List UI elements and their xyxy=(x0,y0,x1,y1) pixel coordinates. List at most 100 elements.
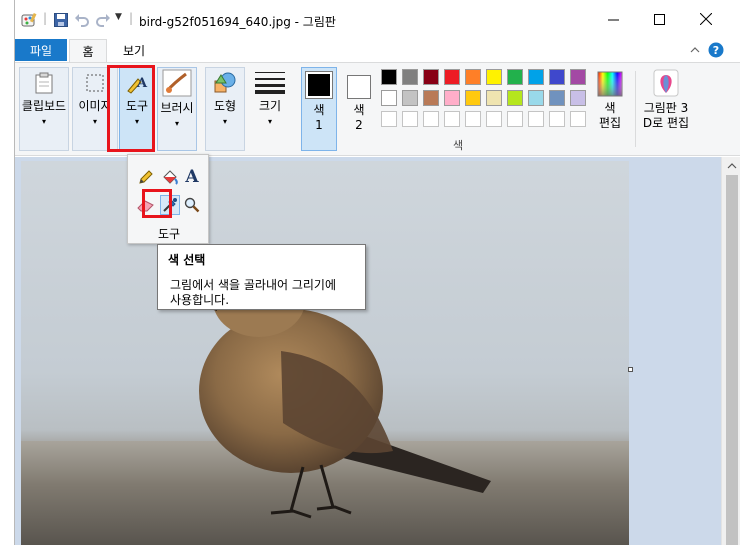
palette-custom-slot[interactable] xyxy=(486,111,502,127)
palette-custom-slot[interactable] xyxy=(465,111,481,127)
save-icon[interactable] xyxy=(53,12,69,28)
palette-custom-slot[interactable] xyxy=(549,111,565,127)
text-tool[interactable]: A xyxy=(182,167,202,187)
palette-swatch[interactable] xyxy=(570,90,586,106)
edit-colors-button[interactable]: 색 편집 xyxy=(593,67,627,153)
vertical-scrollbar[interactable] xyxy=(721,157,740,545)
tools-button[interactable]: A 도구 ▾ xyxy=(119,67,155,153)
tooltip-body-line-2: 사용합니다. xyxy=(170,293,230,307)
ribbon-home: 클립보드 ▾ 이미지 ▾ A 도구 ▾ 브러시 ▾ 도형 ▾ 크기 ▾ 색 1 … xyxy=(15,62,740,156)
palette-swatch[interactable] xyxy=(549,90,565,106)
palette-swatch[interactable] xyxy=(444,69,460,85)
collapse-ribbon-icon[interactable] xyxy=(690,46,700,53)
canvas-area[interactable] xyxy=(15,157,721,545)
resize-handle-right[interactable] xyxy=(628,367,633,372)
palette-swatch[interactable] xyxy=(486,69,502,85)
undo-icon[interactable] xyxy=(74,12,90,28)
tools-icon: A xyxy=(127,76,148,94)
qa-separator-2: | xyxy=(129,11,134,25)
minimize-button[interactable] xyxy=(590,0,636,38)
palette-swatch[interactable] xyxy=(381,90,397,106)
clipboard-button[interactable]: 클립보드 ▾ xyxy=(19,67,69,153)
tooltip-body: 그림에서 색을 골라내어 그리기에 사용합니다. xyxy=(168,278,355,308)
chevron-down-icon: ▾ xyxy=(134,117,139,126)
size-button[interactable]: 크기 ▾ xyxy=(251,67,289,153)
palette-swatch[interactable] xyxy=(570,69,586,85)
ribbon-tabs: 파일 홈 보기 ? xyxy=(15,38,740,62)
palette-custom-slot[interactable] xyxy=(423,111,439,127)
brush-icon xyxy=(162,69,192,97)
chevron-down-icon: ▾ xyxy=(41,117,46,126)
close-button[interactable] xyxy=(683,0,729,38)
svg-text:?: ? xyxy=(713,44,719,57)
chevron-down-icon: ▾ xyxy=(174,119,179,128)
color1-button[interactable]: 색 1 xyxy=(301,67,337,153)
palette-swatch[interactable] xyxy=(402,90,418,106)
maximize-button[interactable] xyxy=(636,0,682,38)
brushes-label: 브러시 xyxy=(160,101,194,115)
palette-swatch[interactable] xyxy=(465,69,481,85)
palette-swatch[interactable] xyxy=(423,69,439,85)
paint-app-icon[interactable] xyxy=(21,12,37,28)
tab-file[interactable]: 파일 xyxy=(15,39,67,61)
palette-swatch[interactable] xyxy=(528,90,544,106)
palette-swatch[interactable] xyxy=(423,90,439,106)
eraser-tool[interactable] xyxy=(136,195,156,215)
tools-dropdown-panel: A 도구 xyxy=(127,154,209,244)
magnifier-tool[interactable] xyxy=(182,195,202,215)
tab-view[interactable]: 보기 xyxy=(111,39,157,62)
palette-swatch[interactable] xyxy=(528,69,544,85)
shapes-icon xyxy=(214,72,236,93)
palette-custom-slot[interactable] xyxy=(381,111,397,127)
svg-text:A: A xyxy=(136,76,148,91)
edit-in-paint3d-button[interactable]: 그림판 3 D로 편집 xyxy=(639,67,693,153)
eraser-icon xyxy=(137,200,154,212)
paint-window: | ▼ | bird-g52f051694_640.jpg - 그림판 파일 홈… xyxy=(14,0,740,545)
paint3d-label-1: 그림판 3 xyxy=(643,101,689,115)
help-icon[interactable]: ? xyxy=(708,42,724,58)
palette-swatch[interactable] xyxy=(381,69,397,85)
color2-button[interactable]: 색 2 xyxy=(341,67,377,153)
shapes-button[interactable]: 도형 ▾ xyxy=(205,67,245,153)
palette-swatch[interactable] xyxy=(549,69,565,85)
chevron-down-icon: ▾ xyxy=(267,117,272,126)
paint3d-label-2: D로 편집 xyxy=(642,116,690,130)
image-button[interactable]: 이미지 ▾ xyxy=(72,67,118,153)
palette-swatch[interactable] xyxy=(507,69,523,85)
scroll-thumb[interactable] xyxy=(726,175,738,545)
brushes-button[interactable]: 브러시 ▾ xyxy=(157,67,197,153)
palette-custom-slot[interactable] xyxy=(570,111,586,127)
palette-swatch[interactable] xyxy=(507,90,523,106)
palette-swatch[interactable] xyxy=(486,90,502,106)
palette-custom-slot[interactable] xyxy=(402,111,418,127)
color-picker-tool[interactable] xyxy=(160,195,180,215)
edit-colors-label-1: 색 xyxy=(604,101,616,115)
color2-label-2: 2 xyxy=(355,118,363,132)
magnifier-icon xyxy=(184,197,200,213)
palette-swatch[interactable] xyxy=(402,69,418,85)
colors-group-label: 색 xyxy=(453,139,464,152)
customize-qa-icon[interactable]: ▼ xyxy=(115,12,122,22)
bird-image[interactable] xyxy=(21,161,629,545)
palette-swatch[interactable] xyxy=(444,90,460,106)
shapes-label: 도형 xyxy=(213,99,237,113)
clipboard-label: 클립보드 xyxy=(21,99,67,113)
qa-separator: | xyxy=(43,11,48,25)
size-label: 크기 xyxy=(258,99,282,113)
chevron-down-icon: ▾ xyxy=(222,117,227,126)
chevron-down-icon: ▾ xyxy=(92,117,97,126)
palette-custom-slot[interactable] xyxy=(507,111,523,127)
line-size-icon xyxy=(255,72,285,94)
select-icon xyxy=(86,74,104,92)
palette-custom-slot[interactable] xyxy=(528,111,544,127)
palette-custom-slot[interactable] xyxy=(444,111,460,127)
tab-home[interactable]: 홈 xyxy=(69,39,107,62)
fill-tool[interactable] xyxy=(160,167,180,187)
pencil-tool[interactable] xyxy=(136,167,156,187)
image-label: 이미지 xyxy=(78,99,112,113)
scroll-up-icon[interactable] xyxy=(722,159,740,173)
palette-swatch[interactable] xyxy=(465,90,481,106)
title-bar: | ▼ | bird-g52f051694_640.jpg - 그림판 xyxy=(15,0,740,38)
redo-icon[interactable] xyxy=(95,12,111,28)
eyedropper-icon xyxy=(163,198,177,212)
